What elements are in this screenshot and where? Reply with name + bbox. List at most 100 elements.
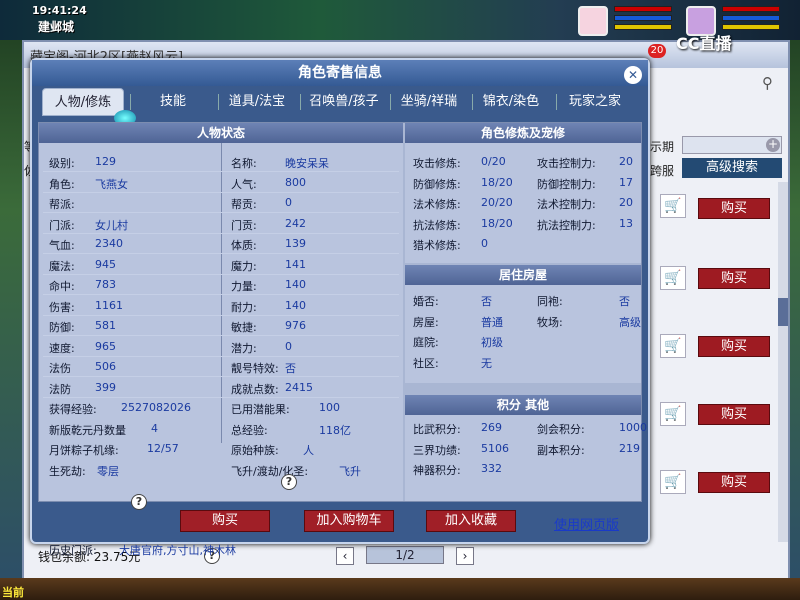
tab-outfits[interactable]: 锦衣/染色 <box>470 88 552 116</box>
server-label: 跨服 <box>650 164 675 178</box>
page-indicator: 1/2 <box>366 546 444 564</box>
status-label: 名称: <box>231 157 257 170</box>
cart-icon[interactable]: 🛒 <box>660 470 686 494</box>
add-to-cart-button[interactable]: 加入购物车 <box>304 510 394 532</box>
cart-icon[interactable]: 🛒 <box>660 402 686 426</box>
status-label: 速度: <box>49 341 75 355</box>
status-label: 敏捷: <box>231 321 257 334</box>
search-icon[interactable]: ⚲ <box>762 74 784 94</box>
cart-icon[interactable]: 🛒 <box>660 334 686 358</box>
tab-items[interactable]: 道具/法宝 <box>216 88 298 116</box>
current-channel[interactable]: 当前 <box>2 584 24 600</box>
cultivation-value: 0/20 <box>481 155 506 168</box>
prev-page-button[interactable]: ‹ <box>336 547 354 565</box>
list-buy-button[interactable]: 购买 <box>698 198 770 219</box>
pet-mp-bar <box>614 15 672 21</box>
points-label: 三界功绩: <box>413 443 461 457</box>
house-label: 社区: <box>413 356 439 370</box>
points-label: 比武积分: <box>413 423 461 436</box>
player-hp-bar <box>722 6 780 12</box>
status-value: 139 <box>285 237 306 250</box>
scrollbar-thumb[interactable] <box>778 298 788 326</box>
moon-cake-help-icon[interactable]: ? <box>131 494 147 510</box>
status-label: 命中: <box>49 280 75 293</box>
cultivation-value: 18/20 <box>481 216 513 230</box>
cultivation-value: 20 <box>619 196 633 209</box>
tab-mounts[interactable]: 坐骑/祥瑞 <box>388 88 470 116</box>
status-value: 女儿村 <box>95 218 128 232</box>
list-buy-button[interactable]: 购买 <box>698 472 770 493</box>
list-buy-button[interactable]: 购买 <box>698 268 770 289</box>
points-value: 219 <box>619 441 640 455</box>
extra-value: 2527082026 <box>121 401 191 414</box>
status-value: 945 <box>95 257 116 271</box>
points-label: 神器积分: <box>413 464 461 477</box>
tab-home[interactable]: 玩家之家 <box>554 88 636 116</box>
add-icon[interactable]: + <box>766 138 780 152</box>
house-value: 普通 <box>481 315 503 329</box>
extra-value: 零层 <box>97 464 119 478</box>
status-label: 人气: <box>231 177 257 191</box>
points-value: 1000 <box>619 421 647 434</box>
house-panel: 居住房屋 婚否: 否 同袍: 否房屋: 普通 牧场: 高级 庭院: 初级 社区: 无 <box>405 265 641 383</box>
close-icon[interactable]: ✕ <box>624 66 642 84</box>
player-mp-bar <box>722 15 780 21</box>
points-label: 剑会积分: <box>537 423 585 436</box>
tab-character[interactable]: 人物/修炼 <box>42 88 124 116</box>
status-value: 1161 <box>95 298 123 312</box>
points-label: 副本积分: <box>537 443 585 457</box>
extra-value: 4 <box>151 421 158 435</box>
pet-avatar[interactable] <box>578 6 608 36</box>
status-value: 2415 <box>285 380 313 394</box>
list-buy-button[interactable]: 购买 <box>698 336 770 357</box>
status-value: 0 <box>285 339 292 353</box>
game-bottom-bar <box>0 578 800 600</box>
extra-label: 月饼粽子机缘: <box>49 444 119 457</box>
extra-label: 飞升/渡劫/化圣: <box>231 464 309 478</box>
status-label: 靓号特效: <box>231 362 279 375</box>
buy-button[interactable]: 购买 <box>180 510 270 532</box>
status-value: 506 <box>95 360 116 373</box>
house-label: 庭院: <box>413 336 439 349</box>
status-label: 级别: <box>49 157 75 170</box>
status-label: 耐力: <box>231 300 257 314</box>
status-label: 力量: <box>231 280 257 293</box>
add-to-favorites-button[interactable]: 加入收藏 <box>426 510 516 532</box>
total-exp-help-icon[interactable]: ? <box>281 474 297 490</box>
status-value: 242 <box>285 216 306 230</box>
cart-icon[interactable]: 🛒 <box>660 266 686 290</box>
cultivation-title: 角色修炼及宠修 <box>405 123 641 143</box>
cultivation-label: 法术控制力: <box>537 198 596 211</box>
cultivation-label: 防御控制力: <box>537 177 596 191</box>
house-label: 同袍: <box>537 295 563 308</box>
extra-value: 人 <box>303 444 314 457</box>
cultivation-label: 抗法控制力: <box>537 218 596 232</box>
cc-live-logo: CC直播 <box>676 34 732 53</box>
list-buy-button[interactable]: 购买 <box>698 404 770 425</box>
cultivation-label: 抗法修炼: <box>413 218 461 232</box>
web-version-link[interactable]: 使用网页版 <box>554 514 619 533</box>
cultivation-value: 17 <box>619 175 633 189</box>
house-value: 初级 <box>481 336 503 349</box>
house-label: 牧场: <box>537 315 563 329</box>
points-value: 269 <box>481 421 502 434</box>
status-value: 0 <box>285 196 292 209</box>
cultivation-label: 防御修炼: <box>413 177 461 191</box>
status-label: 帮派: <box>49 198 75 211</box>
status-value: 2340 <box>95 237 123 250</box>
status-value: 129 <box>95 155 116 168</box>
points-panel: 积分 其他 比武积分: 269 剑会积分: 1000 三界功绩: 5106 副本积分: 219… <box>405 395 647 501</box>
extra-label: 生死劫: <box>49 464 86 478</box>
extra-value: 12/57 <box>147 442 179 455</box>
cultivation-value: 13 <box>619 216 633 230</box>
cultivation-panel: 角色修炼及宠修 攻击修炼: 0/20 攻击控制力: 20 防御修炼: 18/20 防御控制力… <box>405 123 641 263</box>
status-value: 581 <box>95 319 116 332</box>
next-page-button[interactable]: › <box>456 547 474 565</box>
house-title: 居住房屋 <box>405 265 641 285</box>
scrollbar[interactable] <box>778 182 788 542</box>
tab-skills[interactable]: 技能 <box>132 88 214 116</box>
cultivation-value: 18/20 <box>481 175 513 189</box>
tab-pets[interactable]: 召唤兽/孩子 <box>300 88 388 116</box>
cart-icon[interactable]: 🛒 <box>660 194 686 218</box>
advanced-search-button[interactable]: 高级搜索 <box>682 158 782 178</box>
